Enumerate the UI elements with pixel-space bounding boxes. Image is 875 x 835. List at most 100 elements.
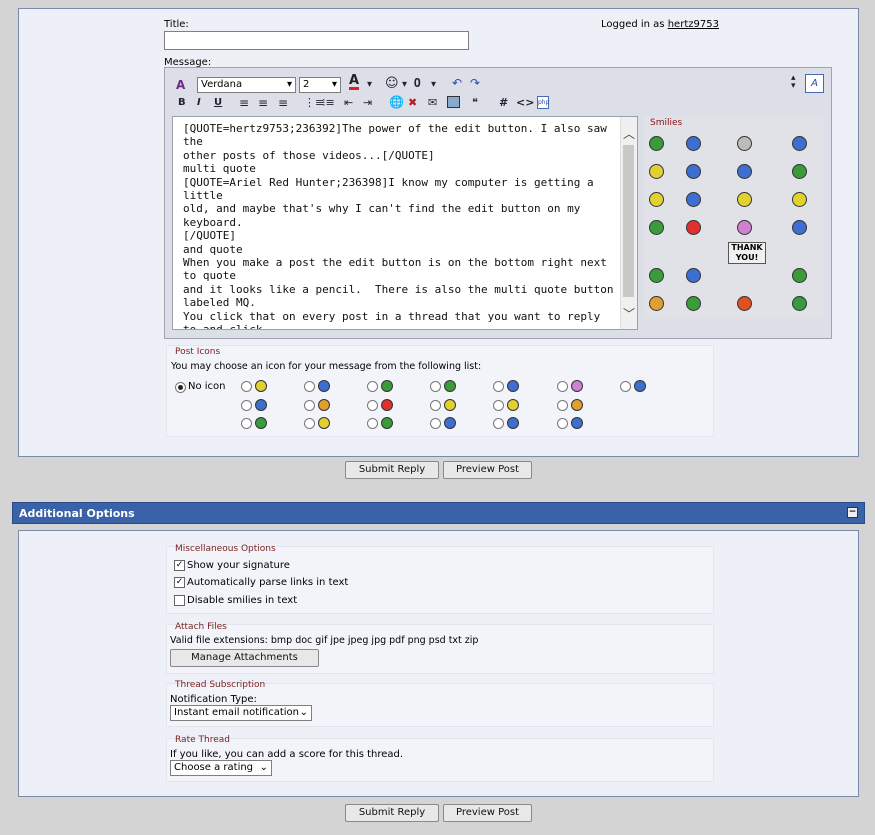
disable-smilies-checkbox[interactable] [174, 595, 185, 606]
post-icon-radio[interactable] [241, 400, 252, 411]
post-icon-radio[interactable] [430, 381, 441, 392]
scroll-thumb[interactable] [623, 145, 634, 297]
scroll-down-icon[interactable]: ﹀ [623, 305, 635, 322]
post-icon-radio[interactable] [304, 400, 315, 411]
image-icon[interactable] [447, 96, 460, 108]
post-icon-radio[interactable] [557, 400, 568, 411]
hash-icon[interactable]: # [499, 96, 508, 109]
no-icon-radio[interactable] [175, 382, 186, 393]
quote-icon[interactable]: ❝ [472, 96, 478, 109]
show-signature-checkbox[interactable]: ✓ [174, 560, 185, 571]
smiley-icon[interactable] [737, 296, 752, 311]
submit-reply-button[interactable]: Submit Reply [345, 461, 439, 479]
rating-select-value: Choose a rating [174, 762, 254, 773]
chevron-down-icon[interactable]: ▾ [431, 79, 436, 90]
smiley-icon[interactable] [649, 296, 664, 311]
post-icon-radio[interactable] [367, 418, 378, 429]
smiley-icon[interactable] [737, 220, 752, 235]
outdent-icon[interactable]: ⇤ [344, 96, 353, 109]
email-icon[interactable]: ✉ [428, 96, 437, 109]
redo-icon[interactable]: ↷ [470, 76, 480, 90]
smiley-icon[interactable] [792, 220, 807, 235]
post-icon-image [318, 380, 330, 392]
additional-options-title: Additional Options [19, 507, 135, 520]
notification-type-select[interactable]: Instant email notification ⌄ [170, 705, 312, 721]
smiley-icon[interactable] [792, 136, 807, 151]
size-select[interactable]: 2 ▾ [299, 77, 341, 93]
php-icon[interactable]: php [537, 96, 549, 109]
smiley-icon[interactable] [737, 136, 752, 151]
rating-select[interactable]: Choose a rating ⌄ [170, 760, 272, 776]
smiley-icon[interactable] [792, 296, 807, 311]
smiley-icon[interactable] [792, 268, 807, 283]
unlink-icon[interactable]: ✖ [408, 96, 417, 109]
post-icon-radio[interactable] [557, 418, 568, 429]
attachment-icon[interactable]: 𝟎 [414, 76, 421, 91]
post-icon-radio[interactable] [430, 418, 441, 429]
chevron-down-icon[interactable]: ▾ [402, 79, 407, 90]
rate-thread-title: Rate Thread [175, 735, 230, 745]
bold-button[interactable]: B [178, 97, 186, 108]
preview-post-button[interactable]: Preview Post [443, 461, 532, 479]
username-link[interactable]: hertz9753 [668, 19, 719, 30]
link-icon[interactable]: 🌐 [389, 95, 404, 109]
code-icon[interactable]: <> [516, 96, 534, 109]
remove-format-icon[interactable]: A [176, 78, 185, 92]
post-icon-radio[interactable] [493, 381, 504, 392]
text-color-icon[interactable]: A [349, 74, 360, 90]
scroll-up-icon[interactable]: ︿ [623, 125, 635, 142]
smiley-icon[interactable] [649, 164, 664, 179]
font-select[interactable]: Verdana ▾ [197, 77, 296, 93]
post-icon-radio[interactable] [304, 418, 315, 429]
smiley-icon[interactable] [737, 164, 752, 179]
smiley-icon[interactable] [792, 192, 807, 207]
smiley-icon[interactable] [649, 192, 664, 207]
textarea-scrollbar[interactable]: ︿ ﹀ [620, 117, 637, 329]
post-icon-radio[interactable] [241, 381, 252, 392]
post-icon-radio[interactable] [304, 381, 315, 392]
collapse-icon[interactable]: − [847, 507, 858, 518]
post-icon-radio[interactable] [557, 381, 568, 392]
chevron-down-icon[interactable]: ▾ [367, 79, 372, 90]
smiley-icon[interactable] [686, 220, 701, 235]
undo-icon[interactable]: ↶ [452, 76, 462, 90]
smiley-icon[interactable]: ☺ [385, 76, 399, 91]
smiley-icon[interactable] [686, 268, 701, 283]
resize-arrows-icon[interactable]: ▴ ▾ [791, 74, 796, 91]
italic-button[interactable]: I [197, 97, 201, 108]
smilies-title: Smilies [650, 118, 683, 128]
switch-editor-icon[interactable]: A [805, 74, 824, 93]
thank-you-smiley[interactable]: THANK YOU! [728, 242, 766, 264]
manage-attachments-button[interactable]: Manage Attachments [170, 649, 319, 667]
extensions-text: Valid file extensions: bmp doc gif jpe j… [170, 635, 479, 646]
parse-links-checkbox[interactable]: ✓ [174, 577, 185, 588]
indent-icon[interactable]: ⇥ [363, 96, 372, 109]
post-icon-image [571, 399, 583, 411]
align-right-icon[interactable]: ≡ [278, 96, 288, 110]
smiley-icon[interactable] [649, 268, 664, 283]
smiley-icon[interactable] [686, 192, 701, 207]
unordered-list-icon[interactable]: ⁝≡ [322, 96, 335, 109]
smiley-icon[interactable] [792, 164, 807, 179]
smiley-icon[interactable] [649, 220, 664, 235]
message-textarea[interactable]: [QUOTE=hertz9753;236392]The power of the… [172, 116, 638, 330]
post-icon-radio[interactable] [430, 400, 441, 411]
submit-reply-button-bottom[interactable]: Submit Reply [345, 804, 439, 822]
smiley-icon[interactable] [649, 136, 664, 151]
align-center-icon[interactable]: ≡ [258, 96, 268, 110]
preview-post-button-bottom[interactable]: Preview Post [443, 804, 532, 822]
post-icon-radio[interactable] [241, 418, 252, 429]
align-left-icon[interactable]: ≡ [239, 96, 249, 110]
underline-button[interactable]: U [214, 97, 222, 108]
post-icon-radio[interactable] [493, 400, 504, 411]
post-icon-radio[interactable] [367, 400, 378, 411]
title-input[interactable] [164, 31, 469, 50]
post-icon-radio[interactable] [367, 381, 378, 392]
post-icon-radio[interactable] [620, 381, 631, 392]
smiley-icon[interactable] [686, 296, 701, 311]
smiley-icon[interactable] [686, 164, 701, 179]
post-icon-image [444, 417, 456, 429]
smiley-icon[interactable] [737, 192, 752, 207]
post-icon-radio[interactable] [493, 418, 504, 429]
smiley-icon[interactable] [686, 136, 701, 151]
